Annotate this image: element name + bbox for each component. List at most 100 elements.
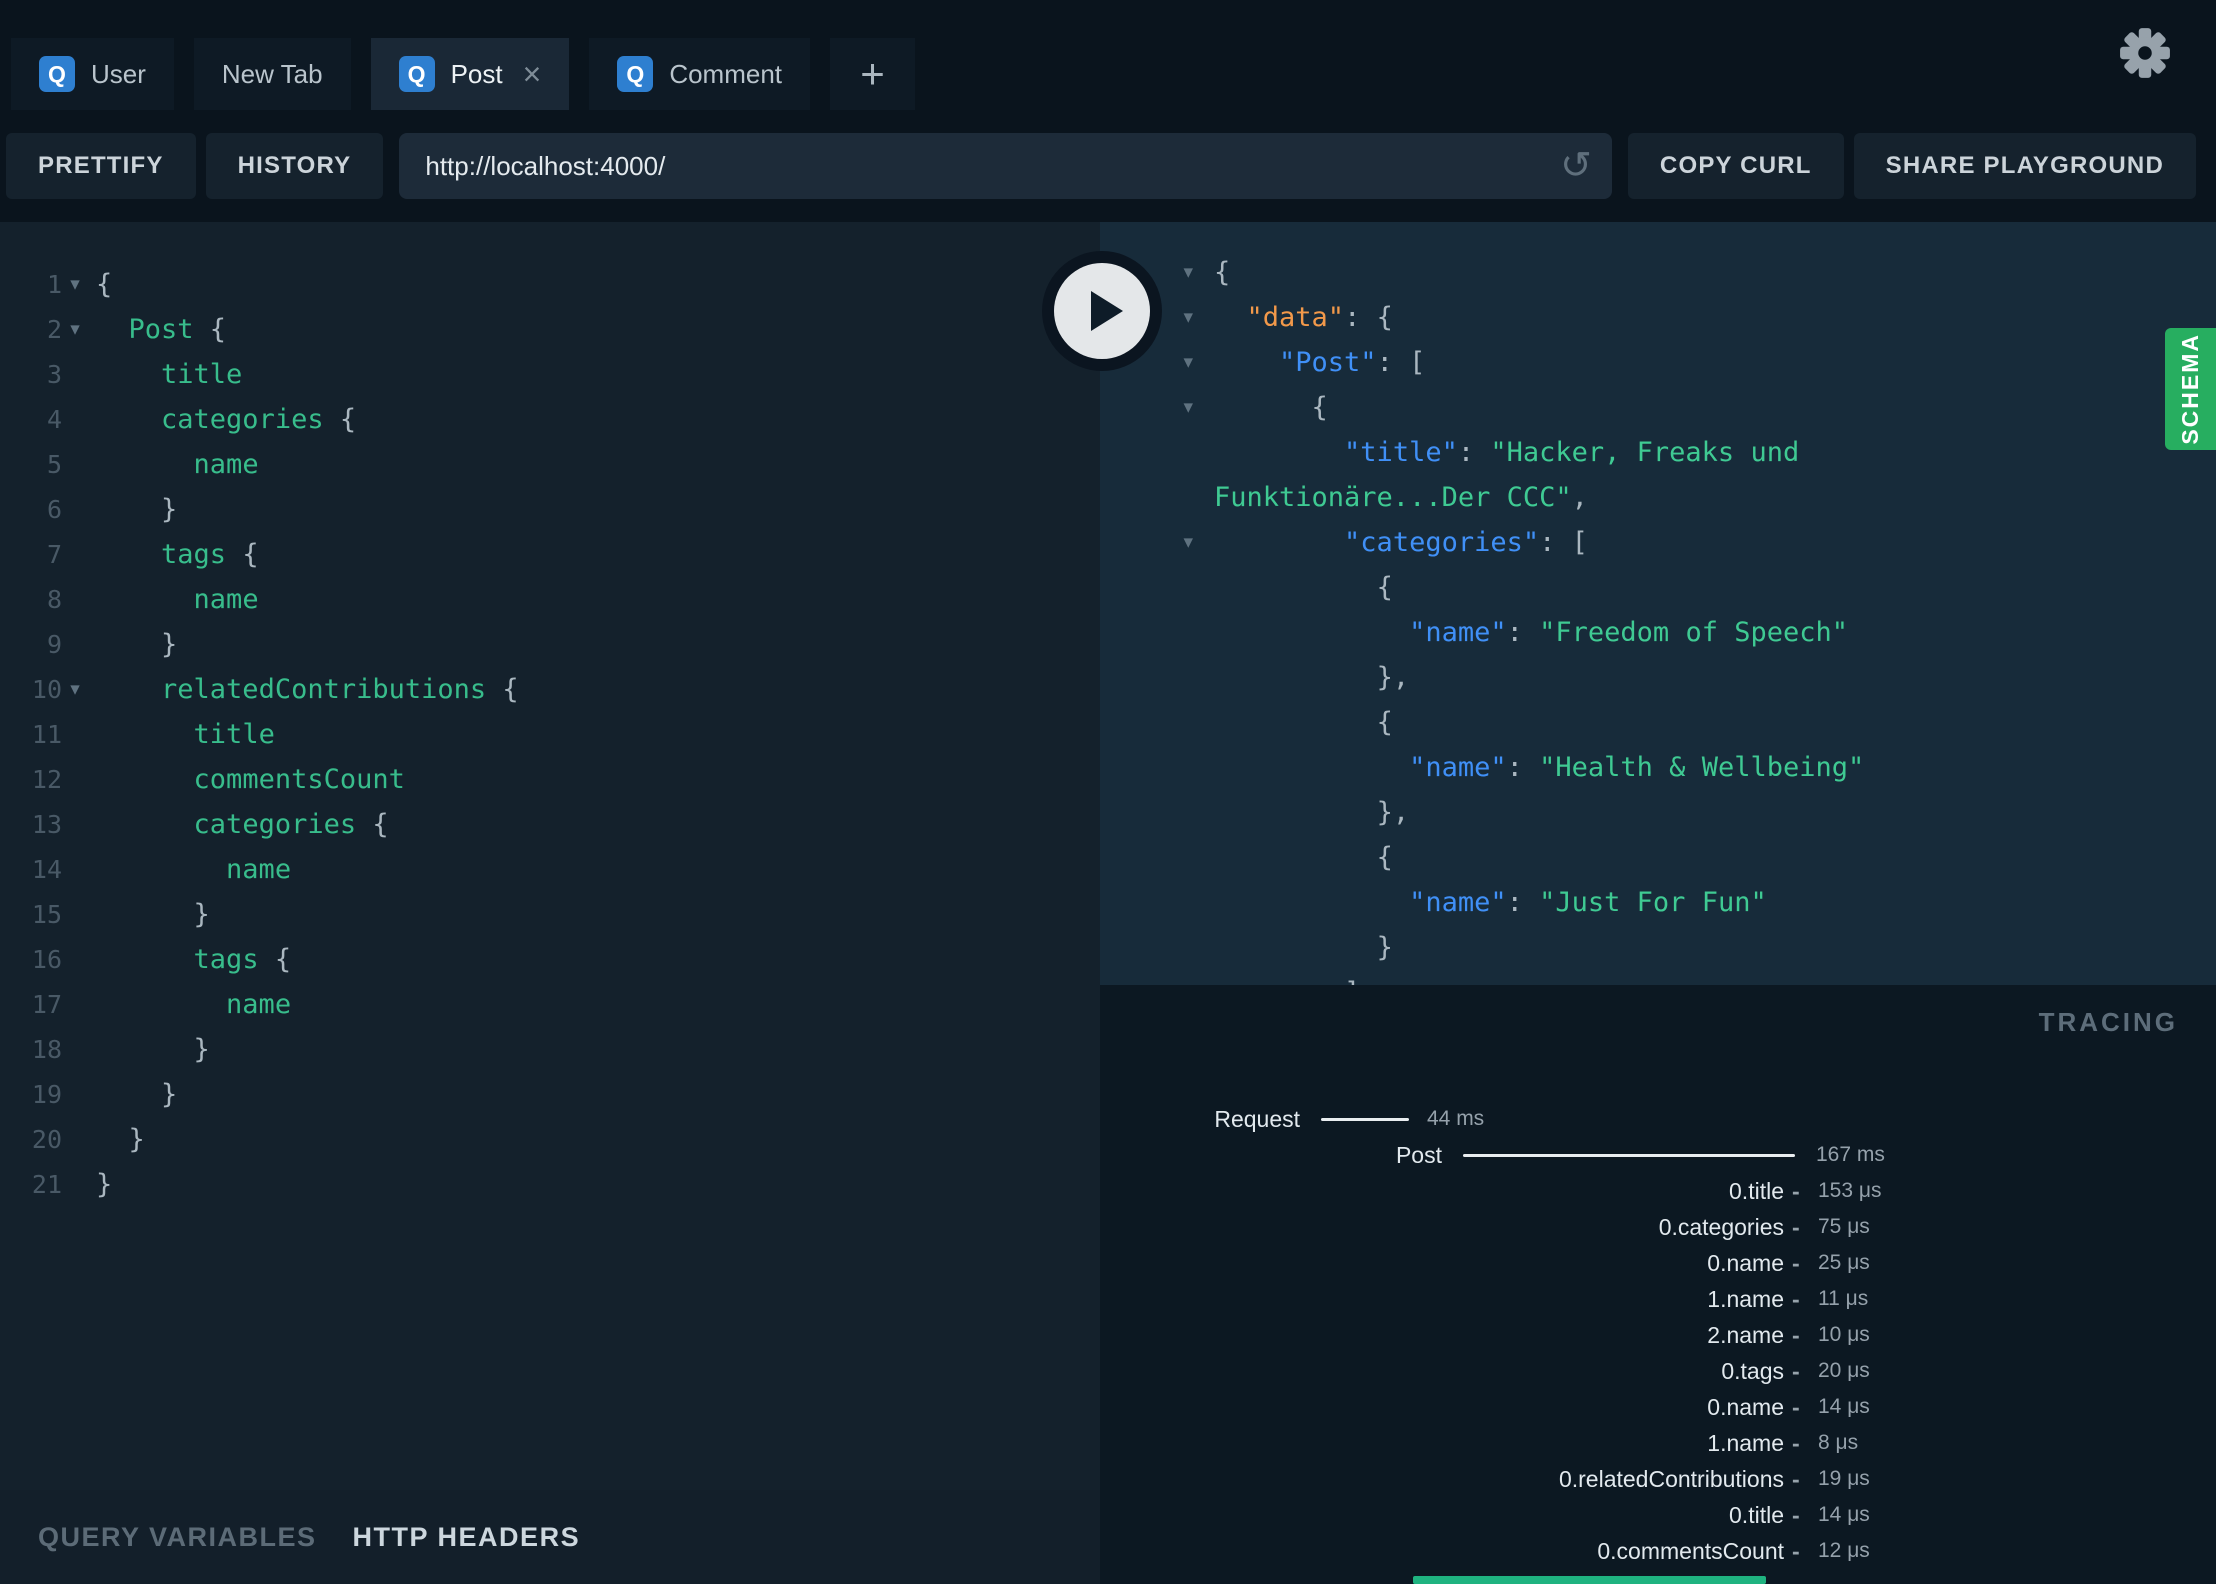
add-tab-button[interactable]: + (830, 38, 916, 110)
response-line: "name": "Just For Fun" (1100, 880, 2216, 925)
response-line: "name": "Freedom of Speech" (1100, 610, 2216, 655)
fold-arrow-icon[interactable]: ▾ (62, 262, 88, 307)
code-text: commentsCount (193, 764, 405, 795)
tracing-label: 1.name (1707, 1286, 1784, 1312)
code-text: tags { (193, 944, 292, 975)
response-line: ▾ "data": { (1100, 295, 2216, 340)
tracing-label: 0.commentsCount (1597, 1538, 1784, 1564)
gear-icon (2120, 28, 2170, 78)
line-number: 11 (31, 720, 62, 749)
code-text: categories { (161, 404, 357, 435)
tab-post[interactable]: Q Post × (370, 38, 570, 110)
code-text: { (1214, 257, 1231, 288)
tab-label: User (91, 58, 146, 89)
tab-comment[interactable]: Q Comment (589, 38, 811, 110)
schema-tab[interactable]: SCHEMA (2165, 328, 2216, 450)
code-text: "Post": [ (1279, 347, 1426, 378)
fold-arrow-icon[interactable]: ▾ (1120, 520, 1193, 565)
line-number: 8 (46, 585, 62, 614)
line-number: 14 (31, 855, 62, 884)
editor-line: 4 categories { (0, 397, 1100, 442)
editor-line: 15 } (0, 892, 1100, 937)
line-number: 19 (31, 1080, 62, 1109)
code-text: categories { (193, 809, 389, 840)
url-input[interactable]: http://localhost:4000/ ↺ (399, 133, 1612, 199)
close-tab-icon[interactable]: × (523, 58, 542, 90)
play-icon (1091, 291, 1123, 331)
line-number: 2 (46, 315, 62, 344)
gutter-spacer (1120, 700, 1193, 745)
gutter-spacer (62, 982, 88, 1027)
fold-arrow-icon[interactable]: ▾ (1120, 385, 1193, 430)
line-number: 21 (31, 1170, 62, 1199)
gutter-spacer (62, 802, 88, 847)
code-text: } (161, 1079, 178, 1110)
gutter-spacer (1120, 880, 1193, 925)
tracing-label: 0.relatedContributions (1558, 1466, 1784, 1492)
prettify-button[interactable]: PRETTIFY (6, 133, 196, 199)
query-editor-pane[interactable]: 1 ▾{2 ▾ Post {3 title 4 categories {5 name 6… (0, 222, 1100, 1490)
gutter-spacer (1120, 790, 1193, 835)
fold-arrow-icon[interactable]: ▾ (62, 667, 88, 712)
code-text: title (193, 719, 275, 750)
tracing-label: 0.title (1729, 1502, 1784, 1528)
response-line: ] (1100, 970, 2216, 985)
editor-line: 18 } (0, 1027, 1100, 1072)
tracing-bar (1321, 1118, 1409, 1121)
tracing-label: 0.name (1707, 1250, 1784, 1276)
query-type-icon: Q (617, 56, 654, 92)
tracing-label: 0.categories (1658, 1214, 1784, 1240)
tracing-dash: - (1792, 1502, 1800, 1528)
response-line: ▾ "Post": [ (1100, 340, 2216, 385)
line-number: 1 (46, 270, 62, 299)
tracing-dash: - (1792, 1394, 1800, 1420)
tab-new-tab[interactable]: New Tab (193, 38, 351, 110)
tracing-label: Request (1214, 1106, 1300, 1132)
reload-icon[interactable]: ↺ (1560, 147, 1592, 185)
tracing-dash: - (1792, 1286, 1800, 1312)
history-button[interactable]: HISTORY (205, 133, 384, 199)
settings-gear-icon[interactable] (2118, 26, 2172, 80)
copy-curl-button[interactable]: COPY CURL (1627, 133, 1844, 199)
editor-line: 21} (0, 1162, 1100, 1207)
tracing-dash: - (1792, 1178, 1800, 1204)
editor-line: 20 } (0, 1117, 1100, 1162)
share-playground-button[interactable]: SHARE PLAYGROUND (1853, 133, 2196, 199)
tracing-dash: - (1792, 1430, 1800, 1456)
tracing-row: Request 44 ms (1100, 1101, 2216, 1137)
code-text: name (193, 584, 259, 615)
fold-arrow-icon[interactable]: ▾ (62, 307, 88, 352)
tracing-label: 0.tags (1721, 1358, 1784, 1384)
gutter-spacer (62, 352, 88, 397)
code-text: } (161, 494, 178, 525)
tracing-time: 14 μs (1818, 1503, 1870, 1526)
response-pane[interactable]: ▾{▾ "data": {▾ "Post": [▾ { "title": "Ha… (1100, 222, 2216, 985)
gutter-spacer (62, 757, 88, 802)
code-text: { (1376, 707, 1393, 738)
tracing-row: 0.tags -20 μs (1100, 1353, 2216, 1389)
code-text: "name": "Freedom of Speech" (1409, 617, 1848, 648)
line-number: 3 (46, 360, 62, 389)
tracing-partial-bar (1413, 1576, 1766, 1584)
query-variables-tab[interactable]: QUERY VARIABLES (38, 1522, 317, 1553)
gutter-spacer (62, 577, 88, 622)
gutter-spacer (62, 1162, 88, 1207)
http-headers-tab[interactable]: HTTP HEADERS (353, 1522, 581, 1553)
tracing-label: Post (1395, 1142, 1442, 1168)
tab-list: Q User New Tab Q Post × Q Comment (11, 38, 811, 110)
gutter-spacer (1120, 970, 1193, 985)
url-text: http://localhost:4000/ (425, 150, 666, 181)
tracing-bar (1463, 1154, 1795, 1157)
response-line: Funktionäre...Der CCC", (1100, 475, 2216, 520)
tracing-time: 75 μs (1818, 1215, 1870, 1238)
line-number: 17 (31, 990, 62, 1019)
execute-query-button[interactable] (1042, 251, 1162, 371)
tracing-time: 8 μs (1818, 1431, 1859, 1454)
code-text: } (193, 899, 210, 930)
gutter-spacer (1120, 430, 1193, 475)
tracing-time: 25 μs (1818, 1251, 1870, 1274)
code-text: name (226, 989, 292, 1020)
editor-bottom-bar: QUERY VARIABLES HTTP HEADERS (0, 1490, 1100, 1584)
tab-user[interactable]: Q User (11, 38, 174, 110)
code-text: name (193, 449, 259, 480)
